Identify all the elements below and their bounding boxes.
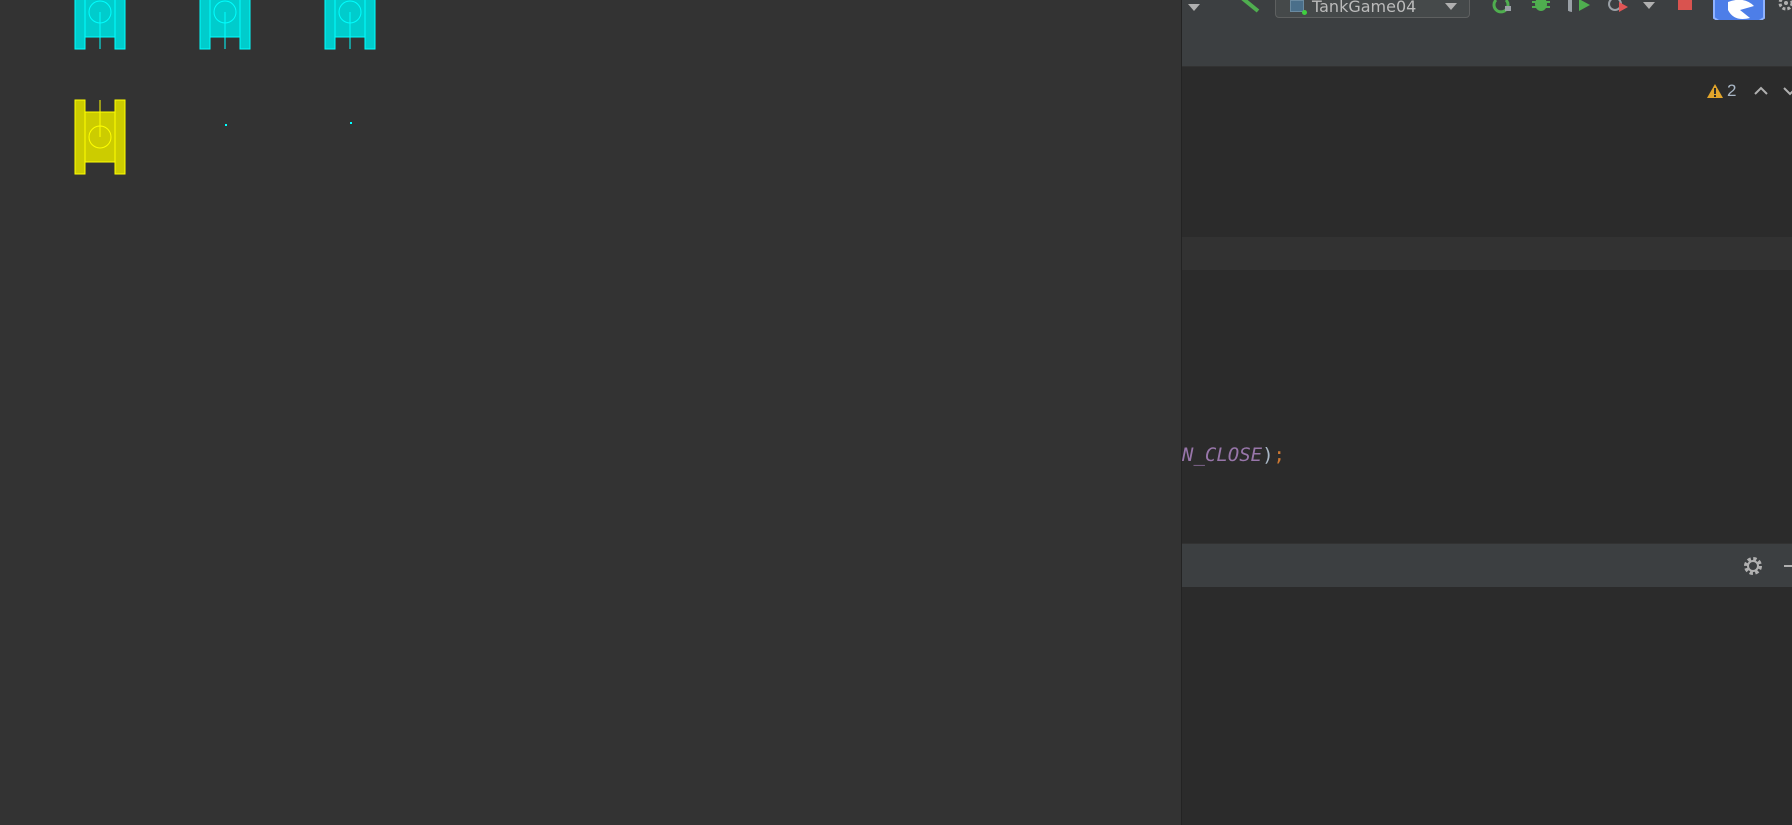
ide-toolbar: TankGame04 — [1182, 0, 1792, 36]
stop-icon[interactable] — [1678, 0, 1692, 10]
build-hammer-icon[interactable] — [1238, 0, 1262, 14]
debug-bug-icon[interactable] — [1530, 0, 1552, 14]
code-paren: ) — [1262, 444, 1274, 466]
enemy-tank — [199, 0, 251, 50]
warning-count: 2 — [1727, 81, 1737, 100]
current-line-highlight — [1182, 237, 1792, 270]
run-with-coverage-icon[interactable] — [1568, 0, 1592, 14]
run-console[interactable] — [1182, 587, 1792, 825]
dropdown-arrow-icon[interactable] — [1187, 2, 1201, 12]
bullet — [225, 124, 227, 126]
run-panel-header — [1182, 543, 1792, 587]
more-run-options-icon[interactable] — [1642, 0, 1656, 10]
run-config-selector[interactable]: TankGame04 — [1275, 0, 1470, 18]
application-config-icon — [1290, 0, 1307, 15]
enemy-tank — [74, 0, 126, 50]
ide-window: TankGame04 2 N_CLOSE); — [1182, 0, 1792, 825]
editor-tab-bar — [1182, 20, 1792, 67]
code-editor[interactable] — [1182, 67, 1792, 543]
settings-gear-icon[interactable] — [1742, 555, 1764, 577]
run-config-label: TankGame04 — [1312, 0, 1417, 16]
chevron-down-icon — [1445, 2, 1457, 10]
inspection-widget[interactable]: 2 — [1706, 80, 1792, 102]
chevron-up-icon[interactable] — [1751, 83, 1771, 99]
code-constant: N_CLOSE — [1182, 444, 1263, 466]
code-line: N_CLOSE); — [1182, 444, 1285, 466]
game-canvas[interactable] — [0, 0, 1182, 825]
bullet — [350, 122, 352, 124]
code-semicolon: ; — [1273, 444, 1285, 466]
profile-icon[interactable] — [1606, 0, 1630, 14]
enemy-tank — [324, 0, 376, 50]
hero-tank — [74, 99, 126, 175]
chevron-down-icon[interactable] — [1780, 83, 1792, 99]
warning-icon — [1707, 84, 1723, 98]
rerun-icon[interactable] — [1492, 0, 1514, 14]
minimize-icon[interactable] — [1784, 565, 1792, 567]
settings-gear-icon[interactable] — [1776, 0, 1792, 14]
